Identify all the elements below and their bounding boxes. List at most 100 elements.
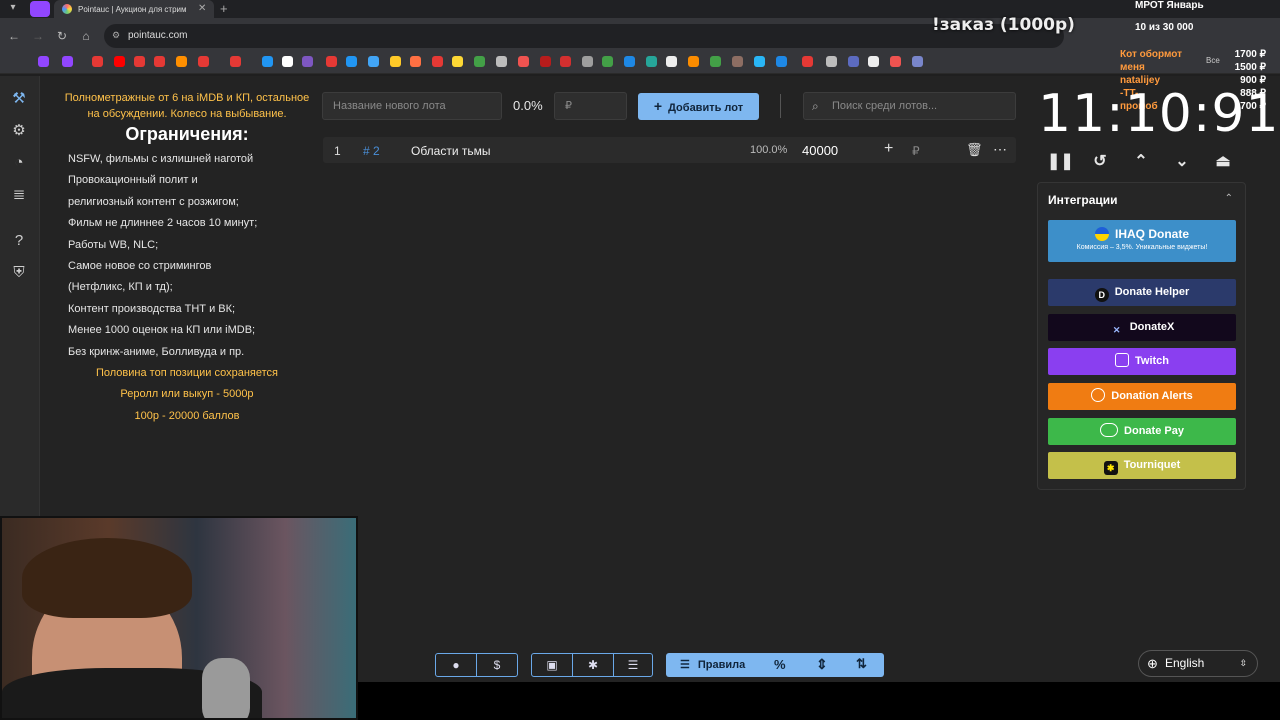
bookmark-icon[interactable] xyxy=(282,56,293,67)
save-icon[interactable]: ▣ xyxy=(532,654,572,676)
donatex-button[interactable]: ✕ DonateX xyxy=(1048,314,1236,341)
forward-icon[interactable]: → xyxy=(30,28,46,44)
donate-helper-button[interactable]: D Donate Helper xyxy=(1048,279,1236,306)
trash-icon[interactable]: 🗑 xyxy=(966,142,983,158)
omnibox[interactable]: ⚙ pointauc.com xyxy=(104,24,1064,48)
rules-line: Фильм не длиннее 2 часов 10 минут; xyxy=(68,217,258,230)
bug-icon[interactable]: ✱ xyxy=(573,654,613,676)
bookmark-icon[interactable] xyxy=(582,56,593,67)
add-lot-button[interactable]: + Добавить лот xyxy=(638,93,759,120)
integrations-title: Интеграции xyxy=(1048,193,1118,207)
bookmark-icon[interactable] xyxy=(302,56,313,67)
bookmark-icon[interactable] xyxy=(710,56,721,67)
bookmark-icon[interactable] xyxy=(666,56,677,67)
bookmarks-folder-label[interactable]: Все xyxy=(1206,56,1220,65)
bookmark-icon[interactable] xyxy=(688,56,699,67)
auction-hammer-icon[interactable]: ⚒ xyxy=(10,90,28,108)
bookmark-icon[interactable] xyxy=(154,56,165,67)
add-amount-icon[interactable]: + xyxy=(884,140,893,158)
donate-dollar-icon[interactable]: $ xyxy=(477,654,517,676)
rules-button[interactable]: ☰ Правила xyxy=(680,658,745,671)
bookmark-icon[interactable] xyxy=(114,56,125,67)
new-lot-percent: 0.0% xyxy=(513,98,543,113)
bookmark-icon[interactable] xyxy=(732,56,743,67)
active-tab[interactable]: Pointauc | Аукцион для стрим xyxy=(54,0,214,18)
tab-close-icon[interactable]: ✕ xyxy=(198,3,206,14)
donor-name: Кот обормот xyxy=(1120,49,1183,60)
pinned-twitch-tab[interactable] xyxy=(30,1,50,17)
sort-icon[interactable]: ⇅ xyxy=(856,656,867,672)
bookmark-icon[interactable] xyxy=(646,56,657,67)
bookmark-icon[interactable] xyxy=(92,56,103,67)
language-select[interactable]: ⊕ English ⇳ xyxy=(1138,650,1258,677)
bookmark-icon[interactable] xyxy=(518,56,529,67)
donor-name: меня xyxy=(1120,62,1145,73)
ihaq-donate-button[interactable]: IHAQ Donate Комиссия – 3,5%. Уникальные … xyxy=(1048,220,1236,262)
bookmark-icon[interactable] xyxy=(390,56,401,67)
bookmark-icon[interactable] xyxy=(432,56,443,67)
back-icon[interactable]: ← xyxy=(6,28,22,44)
layers-icon[interactable]: ≣ xyxy=(10,186,28,204)
chevron-up-icon[interactable]: ⌃ xyxy=(1129,150,1153,174)
bookmark-icon[interactable] xyxy=(868,56,879,67)
bookmark-icon[interactable] xyxy=(62,56,73,67)
lot-name[interactable]: Области тьмы xyxy=(411,144,491,158)
help-icon[interactable]: ? xyxy=(10,232,28,250)
site-info-icon[interactable]: ⚙ xyxy=(112,30,120,41)
wheel-icon[interactable]: ◔ xyxy=(10,154,28,172)
bookmark-icon[interactable] xyxy=(802,56,813,67)
lot-amount[interactable]: 40000 xyxy=(802,143,838,158)
bookmark-icon[interactable] xyxy=(368,56,379,67)
new-tab-button[interactable]: + xyxy=(220,1,228,16)
bookmark-icon[interactable] xyxy=(474,56,485,67)
bookmark-icon[interactable] xyxy=(134,56,145,67)
lot-search-input[interactable]: ⌕ Поиск среди лотов... xyxy=(803,92,1016,120)
bookmark-icon[interactable] xyxy=(198,56,209,67)
bookmark-icon[interactable] xyxy=(754,56,765,67)
donation-alerts-button[interactable]: Donation Alerts xyxy=(1048,383,1236,410)
twitch-label: Twitch xyxy=(1134,355,1169,367)
bookmark-icon[interactable] xyxy=(560,56,571,67)
github-icon[interactable]: ● xyxy=(436,654,476,676)
reload-icon[interactable]: ↻ xyxy=(54,28,70,44)
clear-list-icon[interactable]: ☰ xyxy=(613,654,653,676)
eject-icon[interactable]: ⏏ xyxy=(1211,150,1235,174)
shield-icon[interactable]: ⛨ xyxy=(10,264,28,282)
bookmark-icon[interactable] xyxy=(176,56,187,67)
bookmark-icon[interactable] xyxy=(452,56,463,67)
donate-pay-logo-icon xyxy=(1100,423,1119,437)
pause-icon[interactable]: ❚❚ xyxy=(1047,150,1074,174)
settings-icon[interactable]: ⚙ xyxy=(10,122,28,140)
tab-search-icon[interactable]: ▾ xyxy=(6,2,20,16)
bookmark-icon[interactable] xyxy=(776,56,787,67)
bookmark-icon[interactable] xyxy=(624,56,635,67)
bookmark-icon[interactable] xyxy=(410,56,421,67)
bookmark-icon[interactable] xyxy=(826,56,837,67)
bookmark-icon[interactable] xyxy=(602,56,613,67)
bookmark-icon[interactable] xyxy=(496,56,507,67)
lot-name-input[interactable]: Название нового лота xyxy=(322,92,502,120)
collapse-icon[interactable]: ⌃ xyxy=(1225,193,1233,204)
bookmark-icon[interactable] xyxy=(890,56,901,67)
twitch-button[interactable]: Twitch xyxy=(1048,348,1236,375)
percent-toggle-icon[interactable]: % xyxy=(774,657,786,672)
rules-line: религиозный контент с розжигом; xyxy=(68,195,239,208)
lot-amount-input[interactable]: ₽ xyxy=(554,92,627,120)
reset-icon[interactable]: ↺ xyxy=(1088,150,1112,174)
chevron-down-icon[interactable]: ⌄ xyxy=(1170,150,1194,174)
rules-list-icon: ☰ xyxy=(680,659,690,671)
bookmark-icon[interactable] xyxy=(848,56,859,67)
tourniquet-button[interactable]: ✱ Tourniquet xyxy=(1048,452,1236,479)
compact-view-icon[interactable]: ⇕ xyxy=(816,656,828,673)
bookmark-icon[interactable] xyxy=(230,56,241,67)
donate-pay-button[interactable]: Donate Pay xyxy=(1048,418,1236,445)
bookmark-icon[interactable] xyxy=(540,56,551,67)
bookmark-icon[interactable] xyxy=(346,56,357,67)
more-icon[interactable]: ⋯ xyxy=(993,141,1007,158)
bookmark-icon[interactable] xyxy=(262,56,273,67)
bookmark-icon[interactable] xyxy=(912,56,923,67)
home-icon[interactable]: ⌂ xyxy=(78,28,94,44)
bookmark-icon[interactable] xyxy=(38,56,49,67)
table-row[interactable]: 1 # 2 Области тьмы 100.0% 40000 + ₽ 🗑 ⋯ xyxy=(323,137,1016,163)
bookmark-icon[interactable] xyxy=(326,56,337,67)
